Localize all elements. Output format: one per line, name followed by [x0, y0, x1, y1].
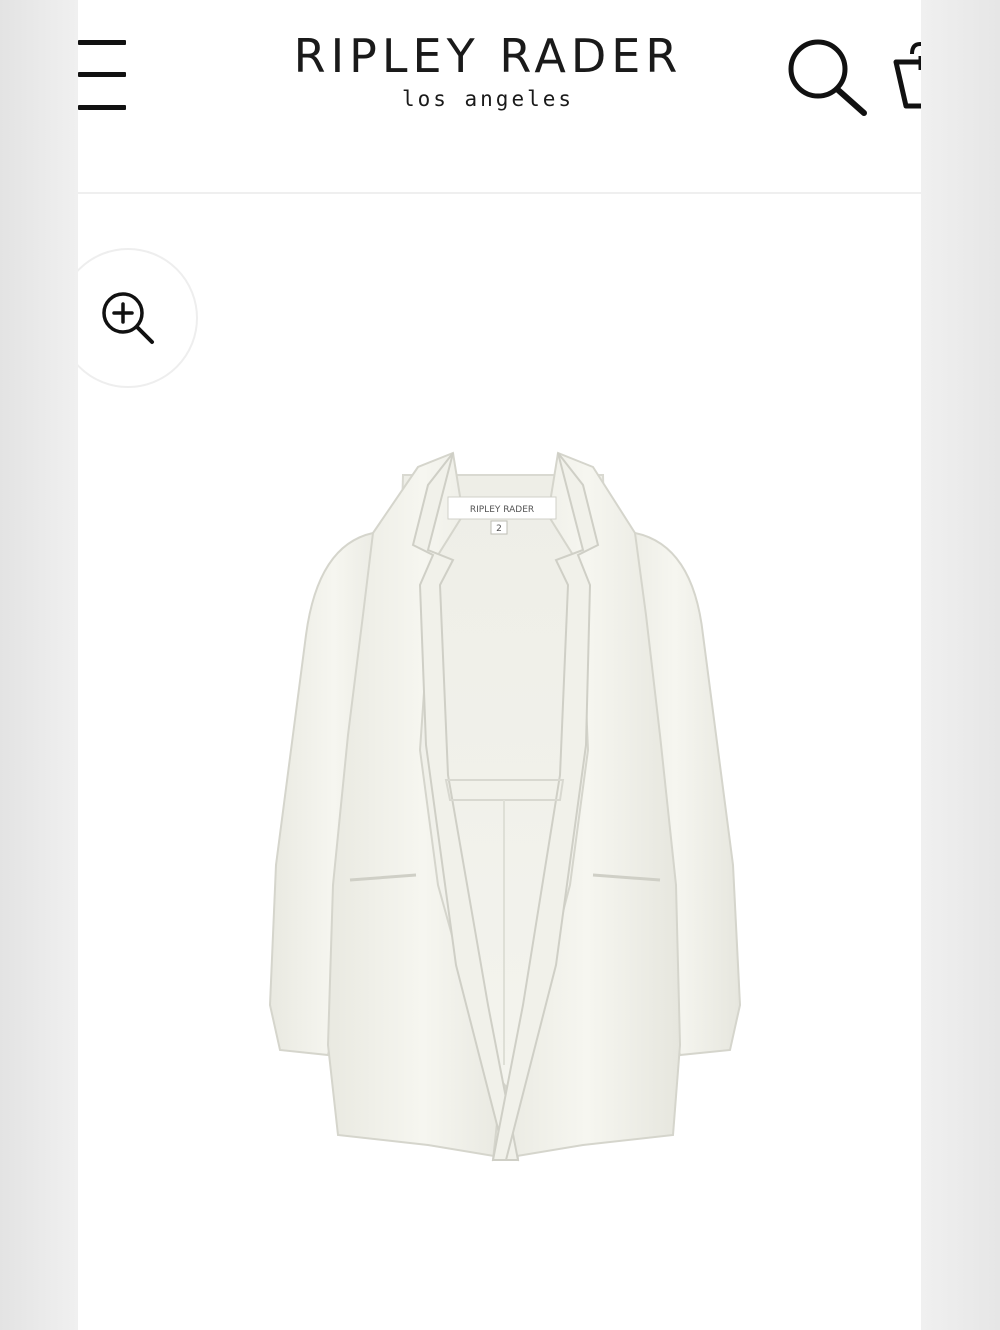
zoom-button[interactable] — [78, 248, 198, 388]
search-icon[interactable] — [784, 33, 870, 119]
left-margin — [0, 0, 78, 1330]
brand-subtitle: los angeles — [401, 87, 575, 111]
app-screen: RIPLEY RADER los angeles RIPLEY RADER 2 — [78, 0, 921, 1330]
hamburger-menu-icon[interactable] — [78, 34, 128, 114]
site-header: RIPLEY RADER los angeles — [78, 0, 921, 194]
right-margin — [921, 0, 1000, 1330]
shopping-bag-icon[interactable] — [890, 40, 921, 114]
zoom-in-icon — [102, 292, 154, 344]
garment-label-size: 2 — [496, 524, 502, 534]
brand-logo[interactable]: RIPLEY RADER los angeles — [268, 28, 708, 112]
brand-name: RIPLEY RADER — [293, 29, 683, 83]
garment-label-brand: RIPLEY RADER — [470, 505, 534, 515]
white-blazer-image[interactable]: RIPLEY RADER 2 — [188, 445, 820, 1195]
